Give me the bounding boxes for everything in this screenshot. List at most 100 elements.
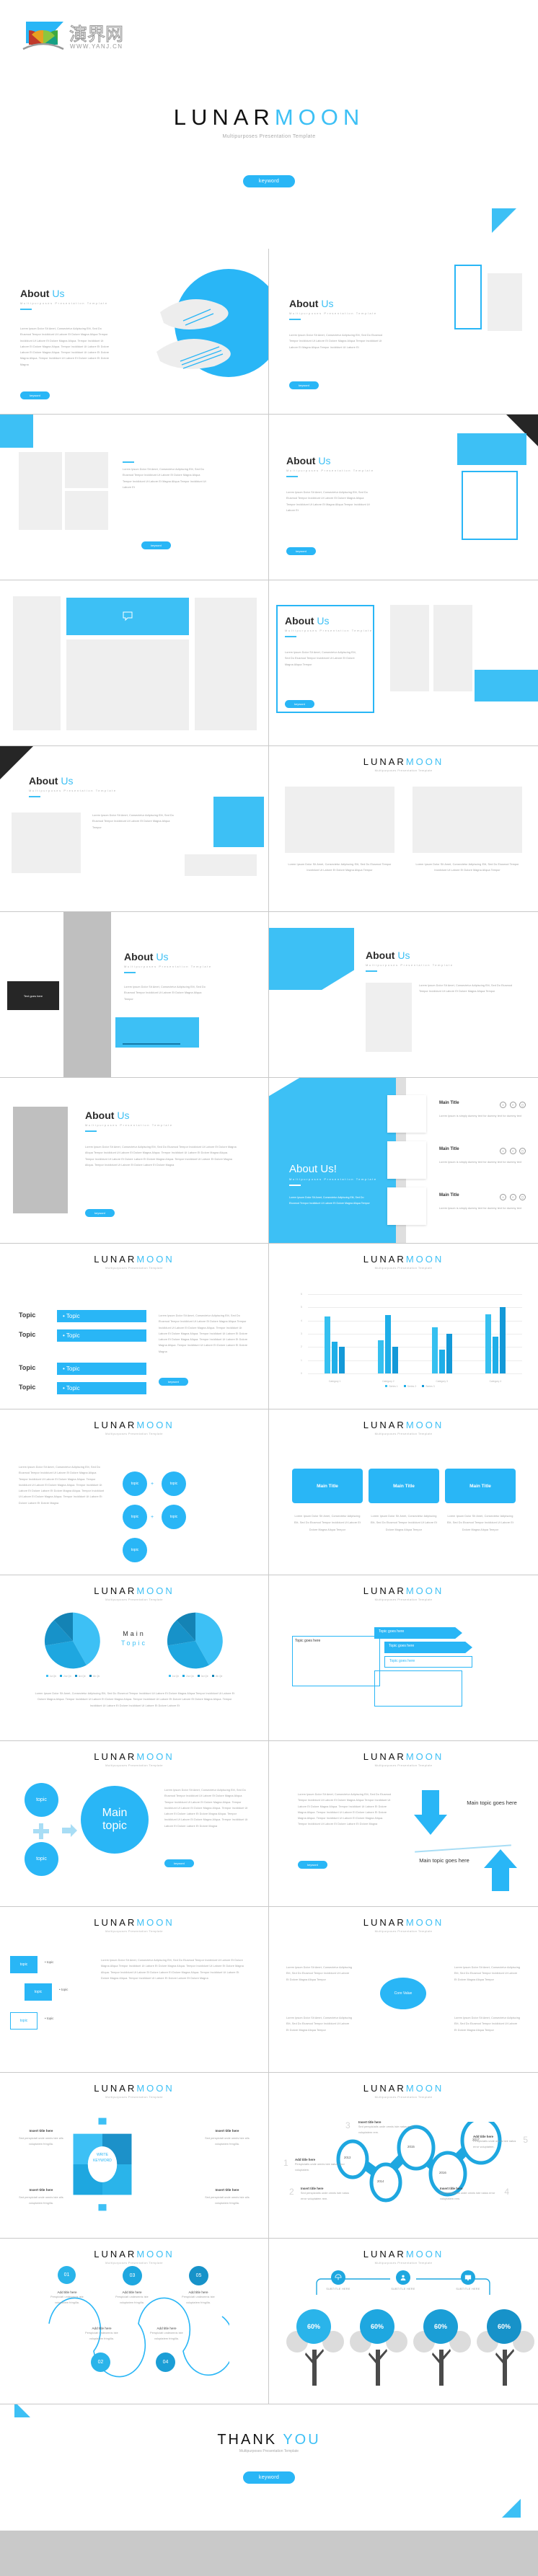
slide-about-us-ribbon[interactable]: About Us Multipurposes Presentation Temp… [269, 912, 538, 1078]
step-number[interactable]: 04 [156, 2353, 175, 2372]
keyword-button[interactable]: keyword [20, 391, 50, 399]
keyword-button[interactable]: keyword [85, 1209, 115, 1217]
keyword-button[interactable]: keyword [289, 381, 319, 389]
tree-item[interactable]: 60% [348, 2306, 409, 2386]
keyword-button[interactable]: keyword [164, 1859, 194, 1867]
main-title-card[interactable]: Main Title [445, 1469, 516, 1503]
facebook-icon[interactable]: f [509, 1102, 516, 1108]
topic-bar[interactable]: • Topic [57, 1363, 146, 1375]
keyword-button[interactable]: keyword [242, 175, 296, 187]
topic-bar[interactable]: • Topic [57, 1329, 146, 1342]
main-title-card[interactable]: Main Title [369, 1469, 439, 1503]
facebook-icon[interactable]: f [509, 1194, 516, 1200]
slide-topics[interactable]: LUNARMOON Multipurposes Presentation Tem… [0, 1244, 269, 1409]
tree-item[interactable]: 60% [475, 2306, 536, 2386]
topic-bubble[interactable]: topic [123, 1471, 147, 1496]
list-item[interactable]: Main Title t f ◻ Lorem Ipsum is simply d… [439, 1143, 526, 1165]
keyword-button[interactable]: keyword [159, 1378, 188, 1386]
step-number[interactable]: 01 [58, 2266, 76, 2284]
gear-icon[interactable] [69, 2117, 136, 2211]
slide-about-us-frame[interactable]: About Us Multipurposes Presentation Temp… [269, 249, 538, 415]
brand-name-blue: MOON [274, 105, 365, 130]
slide-body-text: Lorem Ipsum Dolor Sit Amet, Consectetur … [289, 1196, 370, 1205]
site-logo[interactable]: 演界网 WWW.YANJ.CN [22, 14, 151, 54]
slide-core-value[interactable]: LUNARMOON Multipurposes Presentation Tem… [269, 1907, 538, 2073]
slide-about-us-dark-corner[interactable]: About Us Multipurposes Presentation Temp… [269, 415, 538, 580]
step-number[interactable]: 05 [189, 2266, 208, 2285]
pie-legend-item: 2nd Qtr [182, 1675, 194, 1678]
list-item[interactable]: Main Title t f ◻ Lorem Ipsum is simply d… [439, 1097, 526, 1119]
arrow-down-icon [414, 1790, 447, 1835]
keyword-button[interactable]: keyword [242, 2471, 296, 2484]
slide-quote-panel[interactable] [0, 580, 269, 746]
topic-bubble[interactable]: topic [162, 1471, 186, 1496]
instagram-icon[interactable]: ◻ [519, 1148, 526, 1154]
topic-circle[interactable]: topic [25, 1783, 58, 1817]
tree-item[interactable]: 60% [412, 2306, 472, 2386]
slide-main-topic-circles[interactable]: LUNARMOON Multipurposes Presentation Tem… [0, 1741, 269, 1907]
core-value-badge[interactable]: Core Value [380, 1978, 426, 2009]
slide-topic-chain[interactable]: LUNARMOON Multipurposes Presentation Tem… [0, 1907, 269, 2073]
image-placeholder [65, 452, 108, 488]
ribbon-banner[interactable]: Topic goes here [384, 1656, 472, 1668]
topic-bubble[interactable]: topic [123, 1538, 147, 1562]
main-topic-circle[interactable]: Main topic [81, 1786, 149, 1854]
instagram-icon[interactable]: ◻ [519, 1194, 526, 1200]
slide-three-cards[interactable]: LUNARMOON Multipurposes Presentation Tem… [269, 1409, 538, 1575]
topic-bubble[interactable]: topic [123, 1505, 147, 1529]
slide-about-us-cards[interactable]: About Us! Multipurposes Presentation Tem… [269, 1078, 538, 1244]
topic-bubble[interactable]: topic [162, 1505, 186, 1529]
pie-legend-item: 3rd Qtr [74, 1675, 86, 1678]
slide-timeline[interactable]: LUNARMOON Multipurposes Presentation Tem… [269, 2073, 538, 2239]
keyword-button[interactable]: keyword [286, 547, 316, 555]
chart-bar [446, 1334, 452, 1373]
chart-legend-item: Series 3 [422, 1385, 435, 1388]
slide-photo-grid[interactable]: Lorem Ipsum Dolor Sit Amet, Consectetur … [0, 415, 269, 580]
main-title-card[interactable]: Main Title [292, 1469, 363, 1503]
chart-y-tick: 5 [301, 1306, 302, 1309]
slide-about-us-triangle[interactable]: About Us Multipurposes Presentation Temp… [0, 746, 269, 912]
topic-chip[interactable]: topic [10, 2012, 38, 2030]
slide-trees[interactable]: LUNARMOON Multipurposes Presentation Tem… [269, 2239, 538, 2404]
slide-topic-bubbles[interactable]: LUNARMOON Multipurposes Presentation Tem… [0, 1409, 269, 1575]
slide-brand-two-images[interactable]: LUNARMOON Multipurposes Presentation Tem… [269, 746, 538, 912]
slide-tall-image-about[interactable]: About Us Multipurposes Presentation Temp… [0, 1078, 269, 1244]
slide-gear[interactable]: LUNARMOON Multipurposes Presentation Tem… [0, 2073, 269, 2239]
step-number[interactable]: 03 [123, 2266, 142, 2285]
chart-bar [332, 1342, 338, 1373]
monitor-icon[interactable] [461, 2270, 475, 2285]
slide-about-us-blue-frame[interactable]: About Us Multipurposes Presentation Temp… [269, 580, 538, 746]
ribbon-banner[interactable]: Topic goes here [384, 1642, 472, 1653]
slide-ribbons[interactable]: LUNARMOON Multipurposes Presentation Tem… [269, 1575, 538, 1741]
pie-legend-item: 2nd Qtr [60, 1675, 71, 1678]
slide-bar-chart[interactable]: LUNARMOON Multipurposes Presentation Tem… [269, 1244, 538, 1409]
chart-bar [431, 1327, 438, 1373]
ribbon-banner[interactable]: Topic goes here [374, 1627, 462, 1639]
underline-decor [123, 1043, 180, 1045]
facebook-icon[interactable]: f [509, 1148, 516, 1154]
slide-steps[interactable]: LUNARMOON Multipurposes Presentation Tem… [0, 2239, 269, 2404]
twitter-icon[interactable]: t [500, 1194, 507, 1200]
keyword-button[interactable]: keyword [141, 541, 171, 549]
twitter-icon[interactable]: t [500, 1102, 507, 1108]
topic-bar[interactable]: • Topic [57, 1310, 146, 1322]
topic-circle[interactable]: topic [25, 1842, 58, 1876]
slide-arrows[interactable]: LUNARMOON Multipurposes Presentation Tem… [269, 1741, 538, 1907]
twitter-icon[interactable]: t [500, 1148, 507, 1154]
keyword-button[interactable]: keyword [298, 1861, 327, 1869]
tree-item[interactable]: 60% [285, 2306, 345, 2386]
topic-chip[interactable]: topic [25, 1983, 52, 2001]
slide-dark-tile[interactable]: Text goes here About Us Multipurposes Pr… [0, 912, 269, 1078]
list-item[interactable]: Main Title t f ◻ Lorem Ipsum is simply d… [439, 1189, 526, 1211]
slide-about-us-brush[interactable]: About Us Multipurposes Presentation Temp… [0, 249, 269, 415]
umbrella-icon[interactable] [331, 2270, 345, 2285]
ribbon-panel[interactable] [292, 1636, 380, 1686]
ribbon-panel[interactable] [374, 1670, 462, 1707]
people-icon[interactable] [396, 2270, 410, 2285]
bar-chart[interactable]: 6543210 Category 1 Category 2 Category 3 Ca… [298, 1293, 522, 1388]
topic-bar[interactable]: • Topic [57, 1382, 146, 1394]
instagram-icon[interactable]: ◻ [519, 1102, 526, 1108]
slide-pie-charts[interactable]: LUNARMOON Multipurposes Presentation Tem… [0, 1575, 269, 1741]
step-number[interactable]: 02 [91, 2353, 110, 2372]
topic-chip[interactable]: topic [10, 1956, 38, 1973]
